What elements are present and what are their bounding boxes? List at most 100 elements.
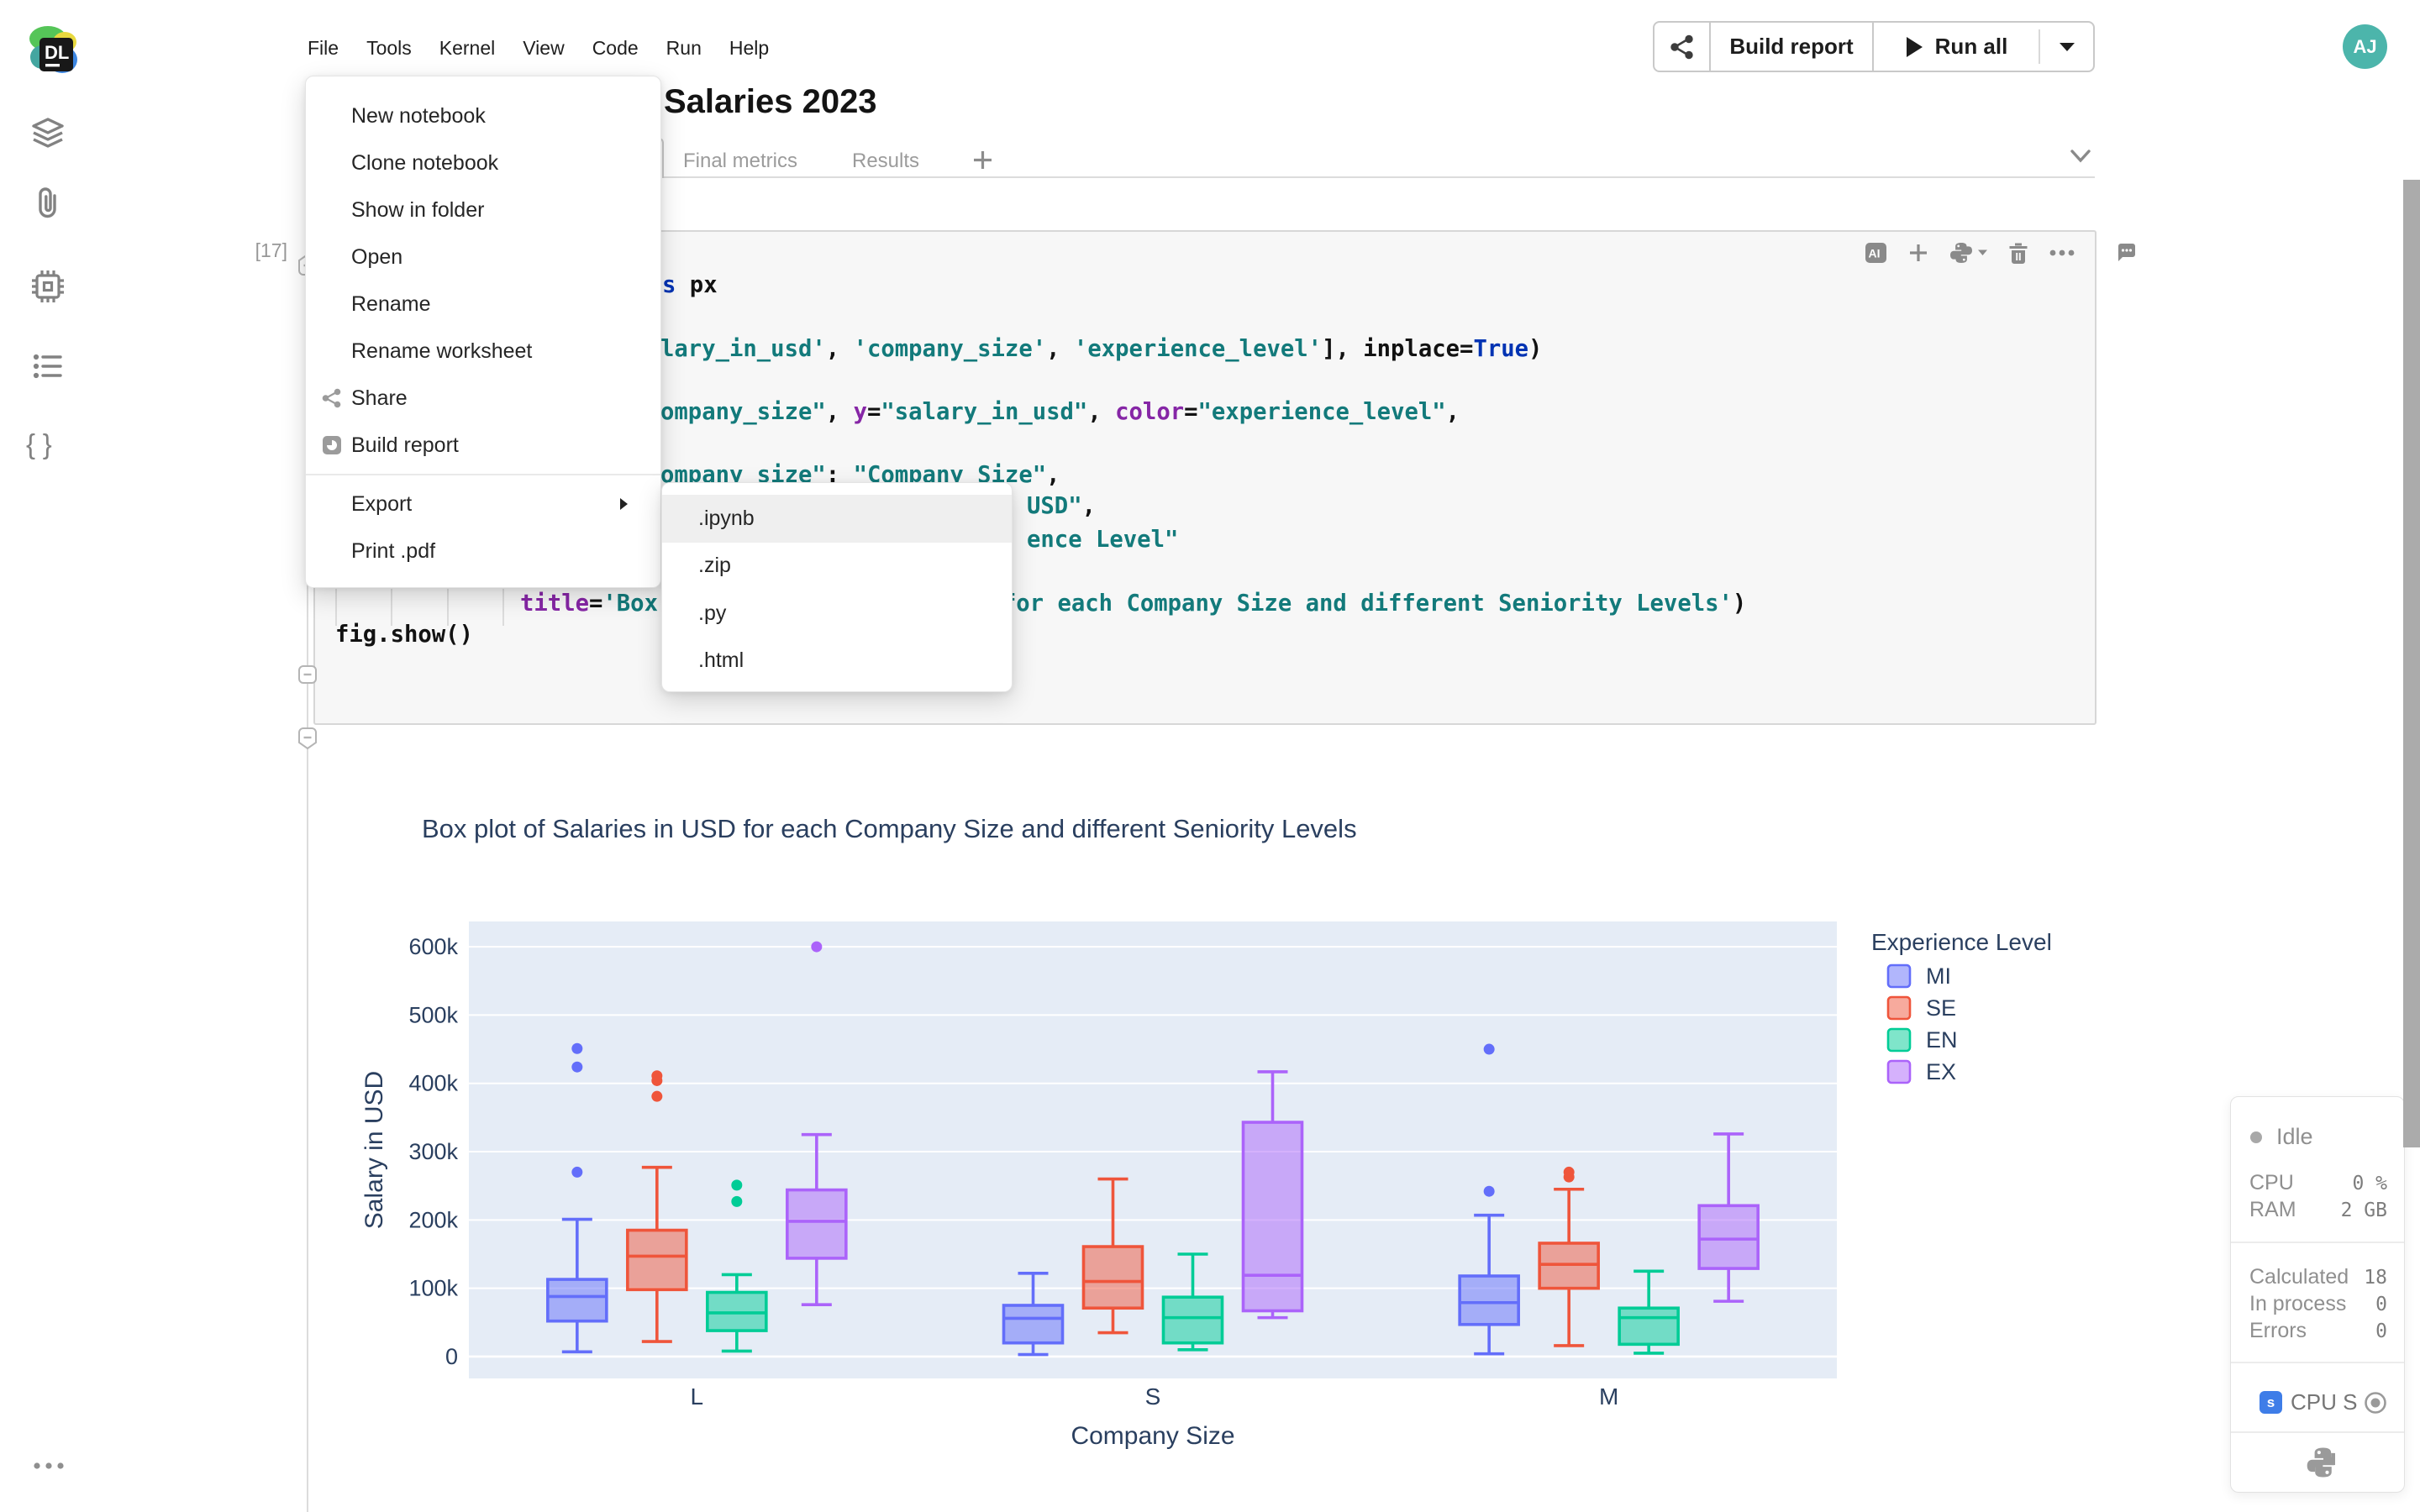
- machine-radio-icon[interactable]: [2364, 1391, 2387, 1415]
- chevron-down-icon[interactable]: [2070, 150, 2091, 163]
- tab-final-metrics[interactable]: Final metrics: [683, 150, 797, 173]
- svg-text:300k: 300k: [408, 1139, 458, 1164]
- indent-guide: [391, 589, 392, 626]
- svg-text:EX: EX: [1926, 1059, 1956, 1084]
- errors-value: 0: [2375, 1320, 2387, 1342]
- menu-view[interactable]: View: [523, 37, 564, 60]
- calculated-label: Calculated: [2249, 1265, 2349, 1289]
- machine-badge: s: [2260, 1391, 2282, 1414]
- svg-text:Salary in USD: Salary in USD: [360, 1071, 388, 1229]
- menu-item-rename-worksheet[interactable]: Rename worksheet: [306, 328, 660, 375]
- run-options-button[interactable]: [2040, 23, 2093, 71]
- python-run-icon[interactable]: [1950, 242, 1987, 264]
- svg-text:600k: 600k: [408, 934, 458, 959]
- comment-icon[interactable]: [2117, 243, 2137, 263]
- collapse-output-handle[interactable]: [298, 727, 317, 749]
- caret-down-icon: [2059, 42, 2075, 52]
- collapse-input-handle[interactable]: [298, 664, 317, 685]
- svg-text:EN: EN: [1926, 1027, 1958, 1053]
- svg-text:Company Size: Company Size: [1071, 1422, 1234, 1450]
- export-submenu: .ipynb .zip .py .html: [661, 482, 1013, 692]
- menu-item-build-report[interactable]: Build report: [306, 422, 660, 469]
- notebook-title: Salaries 2023: [664, 83, 877, 121]
- ram-value: 2 GB: [2341, 1200, 2387, 1221]
- menu-item-new-notebook[interactable]: New notebook: [306, 92, 660, 139]
- datalore-logo[interactable]: DL: [22, 20, 77, 76]
- submenu-item-html[interactable]: .html: [662, 638, 1012, 685]
- svg-text:100k: 100k: [408, 1276, 458, 1301]
- menu-item-rename[interactable]: Rename: [306, 281, 660, 328]
- sidebar: DL { }: [0, 0, 97, 1512]
- panel-separator: [2231, 1362, 2404, 1363]
- header-button-group: Build report Run all: [1653, 21, 2095, 72]
- submenu-item-ipynb[interactable]: .ipynb: [662, 495, 1012, 543]
- indent-guide: [447, 589, 449, 626]
- kernel-panel: Idle CPU 0 % RAM 2 GB Calculated 18 In p…: [2230, 1096, 2405, 1493]
- panel-separator: [2231, 1242, 2404, 1243]
- trash-icon[interactable]: [2009, 243, 2028, 264]
- svg-text:DL: DL: [45, 42, 69, 63]
- execution-count: [17]: [249, 239, 287, 262]
- in-process-label: In process: [2249, 1292, 2346, 1316]
- menu-tools[interactable]: Tools: [366, 37, 412, 60]
- menu-item-open[interactable]: Open: [306, 234, 660, 281]
- braces-icon[interactable]: { }: [26, 428, 55, 460]
- menu-item-print-pdf[interactable]: Print .pdf: [306, 528, 660, 575]
- svg-text:L: L: [691, 1383, 704, 1410]
- menu-item-share[interactable]: Share: [306, 375, 660, 422]
- svg-text:MI: MI: [1926, 963, 1951, 989]
- menu-help[interactable]: Help: [729, 37, 769, 60]
- svg-text:Experience Level: Experience Level: [1871, 929, 2052, 955]
- file-menu: New notebook Clone notebook Show in fold…: [305, 76, 661, 588]
- submenu-arrow-icon: [619, 497, 629, 511]
- svg-text:M: M: [1599, 1383, 1618, 1410]
- menu-run[interactable]: Run: [666, 37, 702, 60]
- menu-item-clone-notebook[interactable]: Clone notebook: [306, 139, 660, 186]
- panel-separator: [2231, 1431, 2404, 1433]
- svg-text:0: 0: [445, 1344, 458, 1369]
- share-icon: [322, 388, 342, 408]
- cpu-value: 0 %: [2352, 1173, 2387, 1194]
- attachment-icon[interactable]: [29, 186, 67, 224]
- list-icon[interactable]: [29, 347, 67, 386]
- submenu-item-py[interactable]: .py: [662, 590, 1012, 638]
- add-cell-icon[interactable]: [1908, 243, 1928, 263]
- errors-label: Errors: [2249, 1319, 2307, 1343]
- share-icon: [1670, 34, 1695, 60]
- scrollbar[interactable]: [2403, 180, 2420, 1147]
- svg-text:Box plot of Salaries in USD fo: Box plot of Salaries in USD for each Com…: [422, 814, 1357, 843]
- indent-guide: [335, 589, 337, 626]
- add-worksheet-button[interactable]: [971, 149, 994, 171]
- svg-text:SE: SE: [1926, 995, 1956, 1021]
- cpu-icon[interactable]: [29, 267, 67, 306]
- build-report-button[interactable]: Build report: [1711, 23, 1872, 71]
- submenu-item-zip[interactable]: .zip: [662, 543, 1012, 591]
- share-button[interactable]: [1655, 23, 1709, 71]
- menu-item-export[interactable]: Export: [306, 480, 660, 528]
- svg-text:AI: AI: [1869, 247, 1881, 260]
- kernel-status: Idle: [2276, 1124, 2313, 1150]
- menu-kernel[interactable]: Kernel: [439, 37, 495, 60]
- menu-separator: [306, 474, 660, 475]
- svg-text:S: S: [1145, 1383, 1161, 1410]
- menubar: File Tools Kernel View Code Run Help: [308, 35, 769, 60]
- python-kernel-icon: [2303, 1446, 2335, 1478]
- ai-icon[interactable]: AI: [1865, 243, 1886, 263]
- svg-text:400k: 400k: [408, 1071, 458, 1096]
- tab-results[interactable]: Results: [852, 150, 919, 173]
- menu-code[interactable]: Code: [592, 37, 639, 60]
- avatar[interactable]: AJ: [2343, 24, 2387, 69]
- svg-text:500k: 500k: [408, 1002, 458, 1027]
- cell-more-icon[interactable]: [2049, 249, 2075, 256]
- play-icon: [1905, 36, 1923, 58]
- menu-file[interactable]: File: [308, 37, 339, 60]
- cell-toolbar: AI: [1865, 238, 2075, 268]
- machine-label: CPU S: [2291, 1389, 2357, 1415]
- indent-guide: [502, 589, 504, 626]
- report-icon: [322, 435, 342, 455]
- layers-icon[interactable]: [29, 113, 67, 152]
- menu-item-show-in-folder[interactable]: Show in folder: [306, 186, 660, 234]
- status-dot: [2249, 1131, 2263, 1144]
- run-all-button[interactable]: Run all: [1874, 23, 2039, 71]
- sidebar-more-icon[interactable]: [32, 1460, 67, 1472]
